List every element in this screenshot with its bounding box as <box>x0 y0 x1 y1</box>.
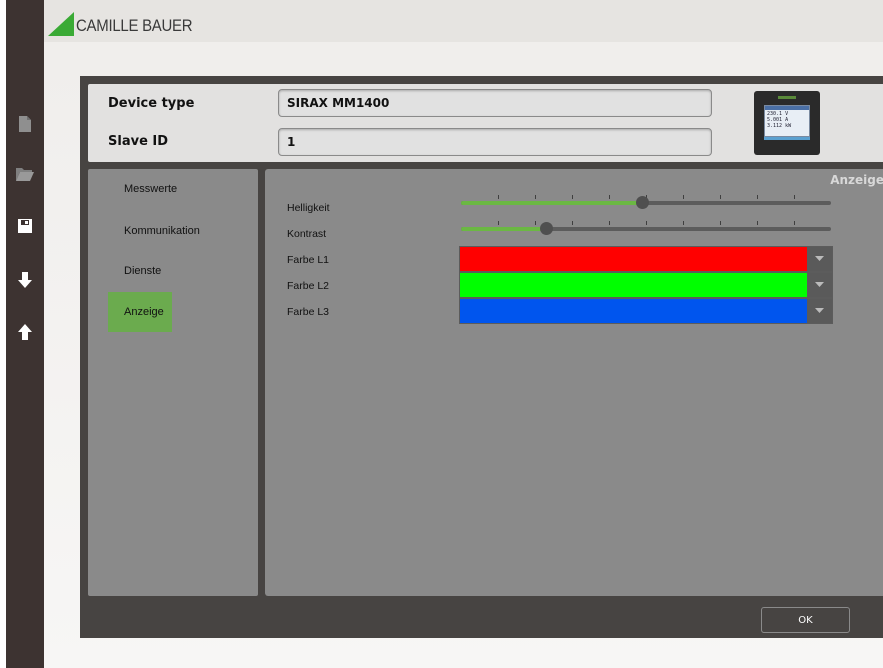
nav-item-kommunikation[interactable]: Kommunikation <box>108 211 218 251</box>
brightness-slider[interactable] <box>461 195 831 209</box>
device-screen-readout: 230.1 V 5.001 A 3.112 kW <box>767 111 791 129</box>
section-nav: Messwerte Kommunikation Dienste Anzeige <box>88 169 258 596</box>
nav-item-label: Kommunikation <box>124 225 200 237</box>
upload-button[interactable] <box>6 320 44 344</box>
slider-tick <box>609 195 610 199</box>
header-bar: CAMILLE BAUER <box>44 0 883 42</box>
contrast-label: Kontrast <box>287 228 327 240</box>
color-l1-select[interactable] <box>459 246 833 272</box>
slider-tick <box>720 195 721 199</box>
download-button[interactable] <box>6 268 44 292</box>
color-swatch <box>460 247 807 271</box>
brand-logo: CAMILLE BAUER <box>48 10 208 36</box>
slider-thumb[interactable] <box>636 196 649 209</box>
settings-dialog: Device type SIRAX MM1400 Slave ID 1 230.… <box>80 76 883 638</box>
color-l2-label: Farbe L2 <box>287 280 330 292</box>
color-l2-select[interactable] <box>459 272 833 298</box>
device-screen-header <box>765 106 809 110</box>
slider-tick <box>757 221 758 225</box>
device-screen: 230.1 V 5.001 A 3.112 kW <box>764 105 810 137</box>
contrast-slider[interactable] <box>461 221 831 235</box>
nav-item-label: Messwerte <box>124 183 178 195</box>
slider-tick <box>794 195 795 199</box>
ok-button[interactable]: OK <box>761 607 850 633</box>
chevron-down-icon[interactable] <box>807 247 832 271</box>
upload-arrow-icon <box>18 324 32 340</box>
device-screen-unit: kW <box>785 123 792 129</box>
device-type-label: Device type <box>108 96 195 111</box>
device-screen-value: 3.112 <box>767 123 783 129</box>
slider-tick <box>794 221 795 225</box>
slider-tick <box>683 221 684 225</box>
display-settings-panel: Anzeige Helligkeit Kontrast Farbe L1 Far… <box>265 169 883 596</box>
slider-tick <box>572 195 573 199</box>
slider-tick <box>720 221 721 225</box>
device-info-panel: Device type SIRAX MM1400 Slave ID 1 230.… <box>88 84 883 162</box>
slave-id-label: Slave ID <box>108 134 169 149</box>
device-type-field[interactable]: SIRAX MM1400 <box>278 89 712 117</box>
slider-tick <box>535 221 536 225</box>
slider-tick <box>498 221 499 225</box>
nav-item-label: Anzeige <box>124 306 164 318</box>
slider-tick <box>535 195 536 199</box>
slider-fill <box>461 227 546 231</box>
device-screen-footer <box>764 137 810 140</box>
nav-item-messwerte[interactable]: Messwerte <box>108 169 177 209</box>
color-swatch <box>460 273 807 297</box>
slider-tick <box>498 195 499 199</box>
left-toolbar <box>6 0 44 668</box>
slider-tick <box>683 195 684 199</box>
nav-item-label: Dienste <box>124 265 162 277</box>
download-arrow-icon <box>18 272 32 288</box>
new-file-icon <box>19 116 31 132</box>
section-title: Anzeige <box>830 173 883 187</box>
slider-tick <box>646 221 647 225</box>
logo-text: CAMILLE BAUER <box>76 16 193 35</box>
slider-tick <box>757 195 758 199</box>
chevron-down-icon[interactable] <box>807 299 832 323</box>
device-image: 230.1 V 5.001 A 3.112 kW <box>754 91 820 155</box>
logo-triangle-icon <box>48 12 74 36</box>
color-l1-label: Farbe L1 <box>287 254 330 266</box>
slider-tick <box>572 221 573 225</box>
save-button[interactable] <box>6 214 44 238</box>
chevron-down-icon[interactable] <box>807 273 832 297</box>
slider-tick <box>609 221 610 225</box>
open-folder-button[interactable] <box>6 162 44 186</box>
slider-thumb[interactable] <box>540 222 553 235</box>
nav-item-anzeige[interactable]: Anzeige <box>108 292 172 332</box>
slider-fill <box>461 201 642 205</box>
save-disk-icon <box>18 219 32 233</box>
app-area: CAMILLE BAUER Device type SIRAX MM1400 S… <box>44 0 883 668</box>
color-l3-select[interactable] <box>459 298 833 324</box>
slave-id-field[interactable]: 1 <box>278 128 712 156</box>
device-led-strip <box>778 96 796 99</box>
new-file-button[interactable] <box>6 112 44 136</box>
color-swatch <box>460 299 807 323</box>
nav-item-dienste[interactable]: Dienste <box>108 251 172 291</box>
open-folder-icon <box>16 168 34 181</box>
color-l3-label: Farbe L3 <box>287 306 330 318</box>
device-screen-row: 3.112 kW <box>767 123 791 129</box>
brightness-label: Helligkeit <box>287 202 330 214</box>
